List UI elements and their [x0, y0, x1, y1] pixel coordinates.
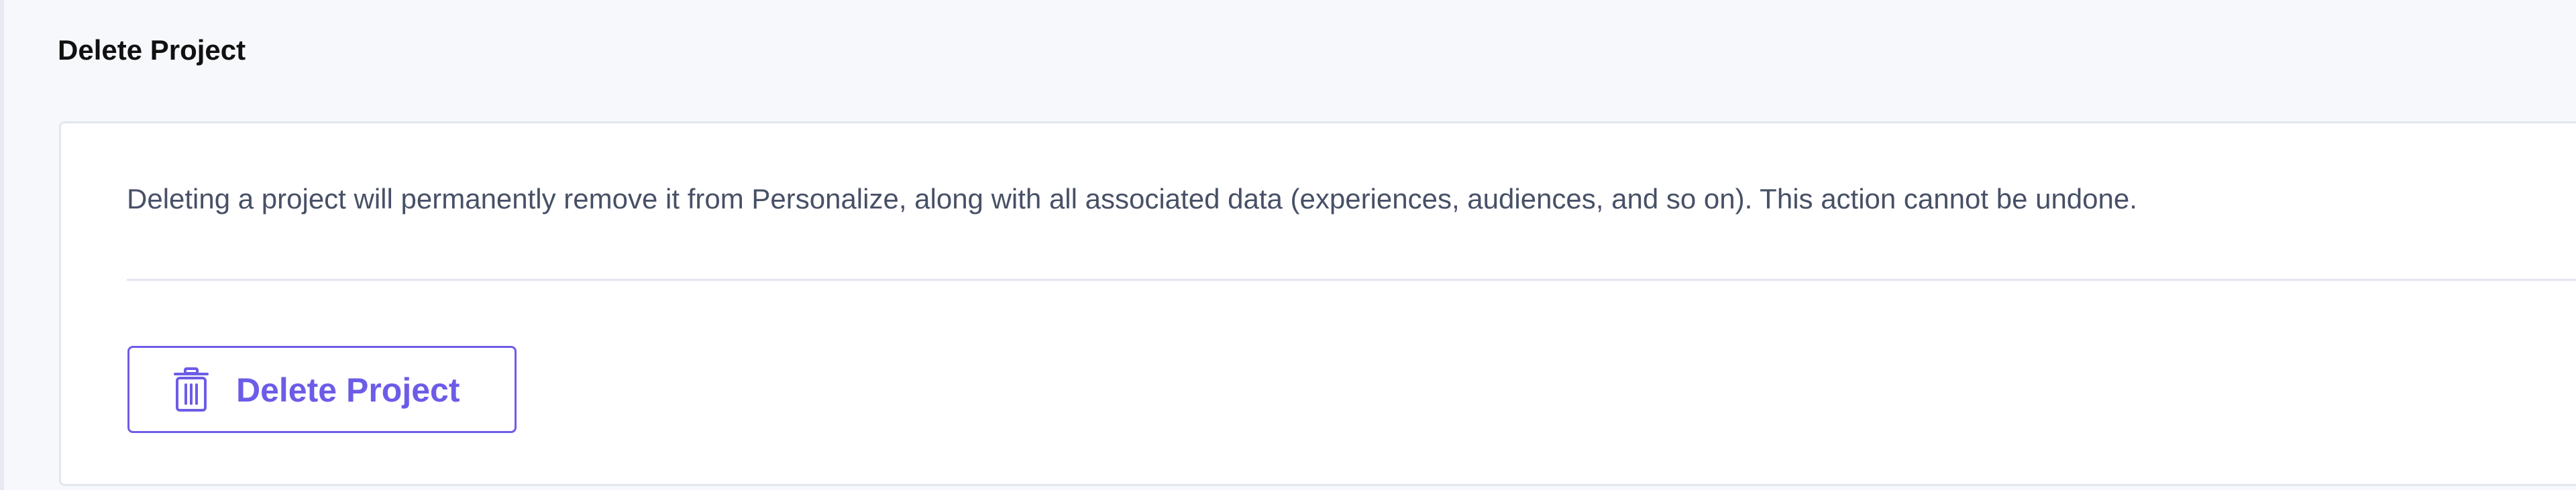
divider	[127, 279, 2576, 281]
delete-project-card: Deleting a project will permanently remo…	[59, 121, 2576, 486]
left-rail	[0, 0, 4, 490]
delete-project-button-label: Delete Project	[236, 371, 460, 409]
trash-icon	[170, 367, 213, 414]
delete-description: Deleting a project will permanently remo…	[127, 183, 2137, 215]
section-title: Delete Project	[58, 34, 246, 66]
delete-project-button[interactable]: Delete Project	[127, 346, 517, 433]
